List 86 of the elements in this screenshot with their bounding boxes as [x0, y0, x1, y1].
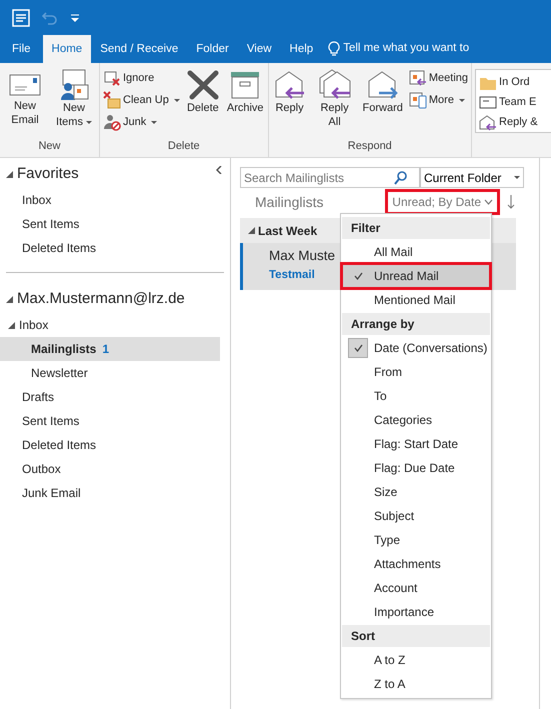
menu-item[interactable]: Importance	[342, 600, 490, 624]
ribbon-tab[interactable]: Help	[280, 35, 322, 63]
forward-icon	[366, 69, 400, 101]
quick-step[interactable]: In Ord	[478, 72, 531, 92]
folder-item[interactable]: Outbox	[0, 457, 230, 481]
app-icon[interactable]	[12, 8, 30, 26]
archive-icon	[229, 69, 262, 101]
expand-arrow-icon[interactable]	[6, 170, 13, 178]
clean-up-icon	[103, 91, 121, 109]
folder-item[interactable]: Deleted Items	[0, 433, 230, 457]
reply-all-icon	[318, 69, 352, 101]
group-header[interactable]: Last Week	[258, 222, 318, 240]
ribbon-group-label: New	[37, 138, 62, 154]
menu-item[interactable]: Flag: Start Date	[342, 432, 490, 456]
ribbon-button[interactable]: Reply All	[312, 67, 358, 131]
quick-step[interactable]: Team E	[478, 92, 538, 112]
ribbon-button[interactable]: Ignore	[102, 67, 181, 89]
quick-step[interactable]: Reply &	[478, 112, 539, 132]
section-header[interactable]: Favorites	[17, 162, 79, 186]
sort-dropdown[interactable]: Unread; By Date	[388, 192, 497, 212]
menu-item[interactable]: Flag: Due Date	[342, 456, 490, 480]
menu-section-header: Arrange by	[342, 313, 490, 335]
reply-icon	[479, 114, 498, 130]
meeting-icon	[408, 69, 427, 87]
chevron-down-icon	[484, 199, 493, 205]
ribbon-tab[interactable]: View	[238, 35, 281, 63]
customize-icon[interactable]	[70, 12, 80, 22]
ribbon-button[interactable]: More	[408, 89, 470, 111]
folder-item[interactable]: Junk Email	[0, 481, 230, 505]
collapse-pane-icon[interactable]	[216, 166, 222, 174]
ribbon-tab[interactable]: Home	[42, 35, 92, 63]
menu-item[interactable]: Date (Conversations)	[342, 336, 490, 360]
ribbon-button[interactable]: New Items	[51, 67, 97, 131]
menu-item[interactable]: Unread Mail	[342, 264, 490, 288]
ribbon-button[interactable]: Forward	[360, 67, 405, 117]
more-icon	[408, 91, 427, 109]
ribbon-tab[interactable]: Folder	[187, 35, 238, 63]
ribbon-button[interactable]: Reply	[270, 67, 309, 117]
folder-item[interactable]: Deleted Items	[0, 236, 230, 260]
ribbon-button[interactable]: Meeting	[408, 67, 470, 89]
reply-icon	[272, 69, 307, 101]
menu-item[interactable]: Z to A	[342, 672, 490, 696]
sender-name: Max Muste	[269, 247, 336, 265]
ribbon-button[interactable]: Archive	[224, 67, 266, 117]
delete-icon	[186, 69, 220, 101]
account-header[interactable]: Max.Mustermann@lrz.de	[17, 288, 185, 310]
new-items-icon	[58, 69, 90, 101]
menu-section-header: Sort	[342, 625, 490, 647]
menu-item[interactable]: Size	[342, 480, 490, 504]
folder-title: Mailinglists	[255, 192, 324, 212]
ribbon-button[interactable]: Delete	[184, 67, 222, 117]
ribbon-tab[interactable]: Send / Receive	[91, 35, 188, 63]
expand-arrow-icon[interactable]	[8, 322, 15, 328]
menu-item[interactable]: To	[342, 384, 490, 408]
ribbon-button[interactable]: Clean Up	[102, 89, 181, 111]
menu-item[interactable]: All Mail	[342, 240, 490, 264]
menu-item[interactable]: A to Z	[342, 648, 490, 672]
lightbulb-icon	[328, 41, 340, 57]
ribbon-group-label: Delete	[166, 138, 201, 154]
ribbon-button[interactable]: New Email	[2, 67, 48, 129]
menu-item[interactable]: Type	[342, 528, 490, 552]
menu-item[interactable]: Attachments	[342, 552, 490, 576]
menu-item[interactable]: Categories	[342, 408, 490, 432]
expand-arrow-icon[interactable]	[6, 296, 13, 302]
menu-item[interactable]: Mentioned Mail	[342, 288, 490, 312]
menu-item[interactable]: From	[342, 360, 490, 384]
menu-item[interactable]: Subject	[342, 504, 490, 528]
ribbon-tab[interactable]: File	[0, 35, 43, 63]
menu-section-header: Filter	[342, 217, 490, 239]
menu-item[interactable]: Account	[342, 576, 490, 600]
ribbon-button[interactable]: Junk	[102, 111, 181, 133]
folder-item[interactable]: Sent Items	[0, 212, 230, 236]
subject-text: Testmail	[269, 268, 315, 283]
folder-item[interactable]: Newsletter	[0, 361, 220, 385]
folder-item[interactable]: Sent Items	[0, 409, 230, 433]
folder-item[interactable]: Inbox	[0, 188, 230, 212]
expand-arrow-icon[interactable]	[248, 227, 255, 234]
sort-direction-icon[interactable]	[507, 195, 515, 209]
ribbon-group-label: Respond	[346, 138, 393, 154]
folder-item[interactable]: Drafts	[0, 385, 230, 409]
card-icon	[479, 94, 498, 110]
ignore-icon	[103, 69, 121, 87]
folder-item[interactable]: Mailinglists 1	[0, 337, 220, 361]
junk-icon	[103, 113, 121, 131]
folder-item[interactable]: Inbox	[0, 313, 230, 337]
tell-me-search[interactable]: Tell me what you want to	[343, 40, 470, 58]
